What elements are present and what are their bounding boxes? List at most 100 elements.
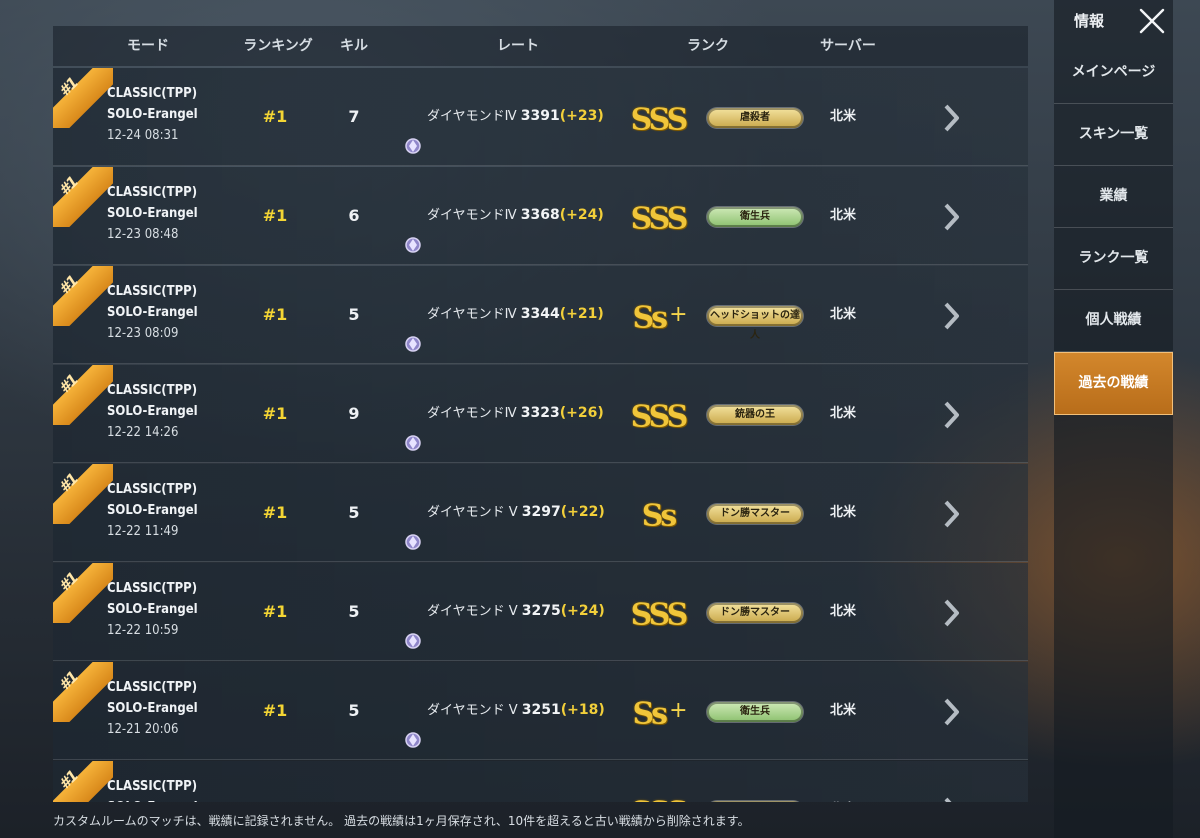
grade-badge: Ss +	[621, 266, 699, 363]
sidebar-item-2[interactable]: 業績	[1054, 166, 1173, 228]
grade-badge: SSS	[621, 761, 699, 802]
header-kills: キル	[340, 38, 368, 54]
first-place-ribbon: #1	[53, 761, 113, 802]
table-row[interactable]: #1 CLASSIC(TPP) SOLO-Erangel 12-24 08:31…	[53, 68, 1028, 166]
diamond-v-icon	[403, 699, 423, 748]
match-date: 12-23 08:48	[107, 227, 179, 242]
table-row[interactable]: #1 CLASSIC(TPP) SOLO-Erangel #1 11 ダイヤモン…	[53, 761, 1028, 802]
header-server: サーバー	[820, 38, 876, 54]
rate-value: ダイヤモンド Ⅴ 3251(+18)	[403, 662, 613, 759]
rating-number: 3275	[521, 603, 561, 619]
match-date: 12-23 08:09	[107, 326, 179, 341]
grade-letters: SSS	[631, 795, 689, 802]
grade-letters: SSS	[630, 102, 689, 138]
ribbon-label: #1	[55, 172, 82, 200]
match-mode: CLASSIC(TPP) SOLO-Erangel 12-22 11:49	[107, 479, 198, 542]
match-mode: CLASSIC(TPP) SOLO-Erangel 12-22 14:26	[107, 380, 198, 443]
server-value: 北米	[829, 505, 856, 520]
sidebar-item-0[interactable]: メインページ	[1054, 42, 1173, 104]
kills-value: 9	[348, 404, 360, 423]
table-row[interactable]: #1 CLASSIC(TPP) SOLO-Erangel 12-21 20:06…	[53, 662, 1028, 760]
sidebar-item-4[interactable]: 個人戦績	[1054, 290, 1173, 352]
grade-letters: Ss	[632, 696, 669, 732]
header-ranking: ランキング	[243, 38, 313, 54]
first-place-ribbon: #1	[53, 365, 113, 425]
mode-name: CLASSIC(TPP)	[107, 779, 198, 794]
first-place-ribbon: #1	[53, 167, 113, 227]
ribbon-label: #1	[55, 667, 82, 695]
sidebar-item-1[interactable]: スキン一覧	[1054, 104, 1173, 166]
diamond-iv-icon	[403, 204, 423, 253]
chevron-right-icon[interactable]	[933, 266, 969, 363]
match-history-table: モード ランキング キル レート ランク サーバー #1 CLASSIC(TPP…	[53, 26, 1028, 802]
ribbon-label: #1	[55, 370, 82, 398]
tier-name: ダイヤモンド Ⅴ	[427, 505, 518, 520]
rating-number: 3297	[521, 504, 561, 520]
match-date: 12-21 20:06	[107, 722, 179, 737]
title-label: ドン勝マスター	[707, 503, 803, 524]
table-row[interactable]: #1 CLASSIC(TPP) SOLO-Erangel 12-22 10:59…	[53, 563, 1028, 661]
rating-delta: (+26)	[559, 405, 604, 421]
server-value: 北米	[829, 406, 856, 421]
chevron-right-icon[interactable]	[933, 464, 969, 561]
grade-badge: SSS	[621, 563, 699, 660]
tier-name: ダイヤモンドⅣ	[427, 208, 517, 223]
rating-delta: (+24)	[559, 207, 604, 223]
ribbon-label: #1	[55, 766, 82, 794]
rate-value: ダイヤモンドⅣ 3368(+24)	[403, 167, 613, 264]
chevron-right-icon[interactable]	[933, 365, 969, 462]
rating-delta: (+22)	[560, 504, 605, 520]
kills-value: 6	[348, 206, 360, 225]
grade-plus: +	[669, 302, 688, 327]
table-body: #1 CLASSIC(TPP) SOLO-Erangel 12-24 08:31…	[53, 68, 1028, 802]
ribbon-label: #1	[55, 568, 82, 596]
sidebar-item-5[interactable]: 過去の戦績	[1054, 352, 1173, 415]
grade-badge: SSS	[621, 68, 699, 165]
title-badge: 衛生兵	[705, 167, 805, 264]
server-value: 北米	[829, 307, 856, 322]
footer-note: カスタムルームのマッチは、戦績に記録されません。 過去の戦績は1ヶ月保存され、1…	[53, 814, 750, 828]
first-place-ribbon: #1	[53, 266, 113, 326]
map-name: SOLO-Erangel	[107, 305, 198, 320]
sidebar-header: 情報	[1054, 0, 1173, 42]
rating-number: 3251	[521, 702, 561, 718]
tier-name: ダイヤモンド Ⅴ	[427, 604, 518, 619]
table-row[interactable]: #1 CLASSIC(TPP) SOLO-Erangel 12-22 11:49…	[53, 464, 1028, 562]
kills-value: 5	[348, 701, 360, 720]
sidebar-item-3[interactable]: ランク一覧	[1054, 228, 1173, 290]
title-label: 衛生兵	[707, 701, 803, 722]
chevron-right-icon[interactable]	[933, 563, 969, 660]
diamond-v-icon	[403, 798, 423, 803]
rating-number: 3323	[520, 405, 560, 421]
grade-badge: SSS	[621, 365, 699, 462]
ribbon-label: #1	[55, 73, 82, 101]
tier-name: ダイヤモンドⅣ	[427, 109, 517, 124]
table-row[interactable]: #1 CLASSIC(TPP) SOLO-Erangel 12-22 14:26…	[53, 365, 1028, 463]
title-label: ヘッドショットの達人	[707, 305, 803, 341]
ranking-value: #1	[262, 602, 288, 621]
diamond-iv-icon	[403, 105, 423, 154]
chevron-right-icon[interactable]	[933, 761, 969, 802]
first-place-ribbon: #1	[53, 68, 113, 128]
chevron-right-icon[interactable]	[933, 662, 969, 759]
table-row[interactable]: #1 CLASSIC(TPP) SOLO-Erangel 12-23 08:48…	[53, 167, 1028, 265]
table-row[interactable]: #1 CLASSIC(TPP) SOLO-Erangel 12-23 08:09…	[53, 266, 1028, 364]
title-badge: ドン勝マスター	[705, 464, 805, 561]
rate-value: ダイヤモンド Ⅴ 3275(+24)	[403, 563, 613, 660]
diamond-iv-icon	[403, 303, 423, 352]
sidebar-title: 情報	[1074, 12, 1105, 30]
grade-badge: Ss +	[621, 662, 699, 759]
ranking-value: #1	[262, 404, 288, 423]
match-mode: CLASSIC(TPP) SOLO-Erangel 12-21 20:06	[107, 677, 198, 740]
title-badge: 衛生兵	[705, 662, 805, 759]
close-icon[interactable]	[1138, 7, 1166, 35]
title-badge: ヘッドショットの達人	[705, 266, 805, 363]
ranking-value: #1	[262, 701, 288, 720]
chevron-right-icon[interactable]	[933, 167, 969, 264]
grade-letters: Ss	[632, 300, 669, 336]
match-date: 12-22 11:49	[107, 524, 179, 539]
rate-value: ダイヤモンドⅣ 3344(+21)	[403, 266, 613, 363]
mode-name: CLASSIC(TPP)	[107, 185, 198, 200]
rating-number: 3233	[522, 801, 561, 802]
chevron-right-icon[interactable]	[933, 68, 969, 165]
